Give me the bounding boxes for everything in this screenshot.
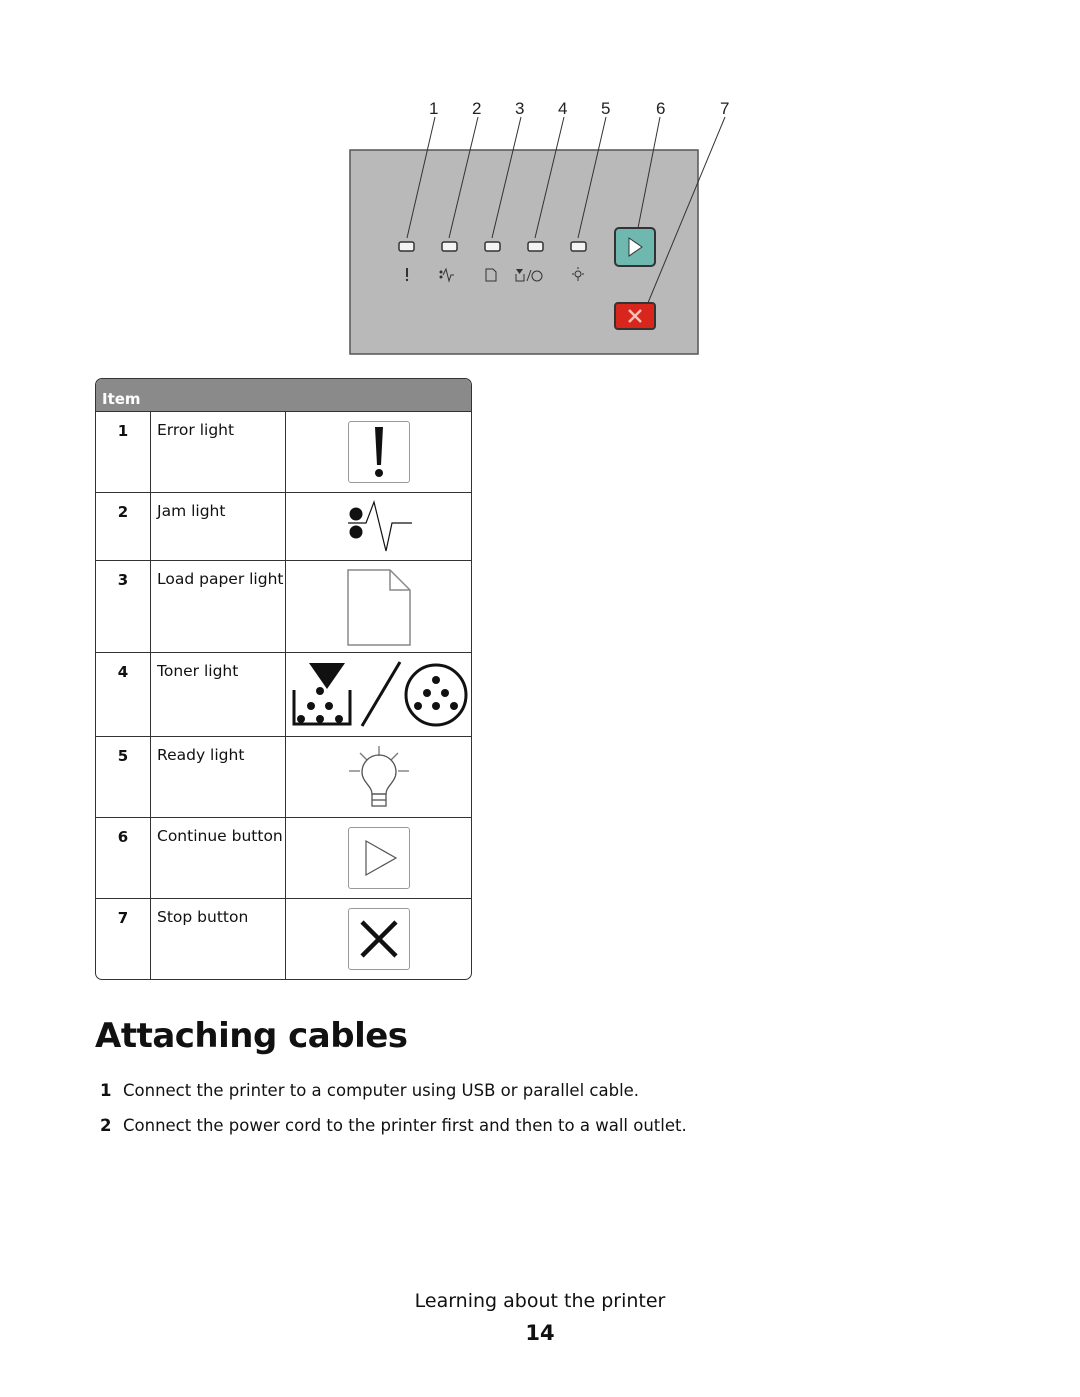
table-header: Item (96, 379, 471, 412)
table-row: 3 Load paper light (96, 561, 471, 653)
item-number: 6 (96, 818, 151, 898)
callout-1: 1 (429, 99, 438, 118)
control-panel-diagram: 1 2 3 4 5 6 7 (340, 92, 740, 362)
step-number: 1 (100, 1081, 112, 1100)
item-number: 7 (96, 899, 151, 979)
callout-3: 3 (515, 99, 524, 118)
table-row: 7 Stop button (96, 899, 471, 979)
callout-7: 7 (720, 99, 729, 118)
lightbulb-icon (348, 746, 409, 807)
callout-4: 4 (558, 99, 567, 118)
jam-symbol (439, 270, 443, 274)
table-row: 6 Continue button (96, 818, 471, 899)
table-row: 2 Jam light (96, 493, 471, 561)
error-symbol (406, 268, 408, 277)
item-label: Stop button (151, 899, 286, 979)
play-icon (347, 827, 410, 889)
item-label: Jam light (151, 493, 286, 560)
steps-list: 1 Connect the printer to a computer usin… (100, 1073, 687, 1143)
callout-6: 6 (656, 99, 665, 118)
exclamation-icon (347, 421, 410, 483)
paper-icon (346, 568, 411, 646)
item-number: 4 (96, 653, 151, 736)
toner-icon (292, 660, 467, 727)
toner-led (527, 241, 544, 252)
item-number: 2 (96, 493, 151, 560)
paper-led (484, 241, 501, 252)
step-item: 2 Connect the power cord to the printer … (100, 1108, 687, 1143)
item-number: 5 (96, 737, 151, 817)
table-row: 1 Error light (96, 412, 471, 493)
step-number: 2 (100, 1116, 112, 1135)
item-label: Load paper light (151, 561, 286, 652)
item-label: Continue button (151, 818, 286, 898)
error-led (398, 241, 415, 252)
jam-icon (347, 499, 412, 551)
footer-chapter-title: Learning about the printer (414, 1290, 666, 1312)
item-label: Error light (151, 412, 286, 492)
item-number: 3 (96, 561, 151, 652)
page-number: 14 (525, 1321, 555, 1345)
callout-2: 2 (472, 99, 481, 118)
section-title: Attaching cables (95, 1016, 408, 1056)
step-item: 1 Connect the printer to a computer usin… (100, 1073, 687, 1108)
jam-led (441, 241, 458, 252)
step-text: Connect the printer to a computer using … (123, 1081, 640, 1100)
x-icon (347, 908, 410, 970)
ready-led (570, 241, 587, 252)
control-panel-illustration: 1 2 3 4 5 6 7 (349, 99, 729, 355)
item-number: 1 (96, 412, 151, 492)
item-table: Item 1 Error light 2 Jam light 3 Load pa… (95, 378, 472, 980)
table-row: 5 Ready light (96, 737, 471, 818)
item-label: Ready light (151, 737, 286, 817)
table-row: 4 Toner light (96, 653, 471, 737)
step-text: Connect the power cord to the printer fi… (123, 1116, 687, 1135)
item-label: Toner light (151, 653, 286, 736)
callout-5: 5 (601, 99, 610, 118)
